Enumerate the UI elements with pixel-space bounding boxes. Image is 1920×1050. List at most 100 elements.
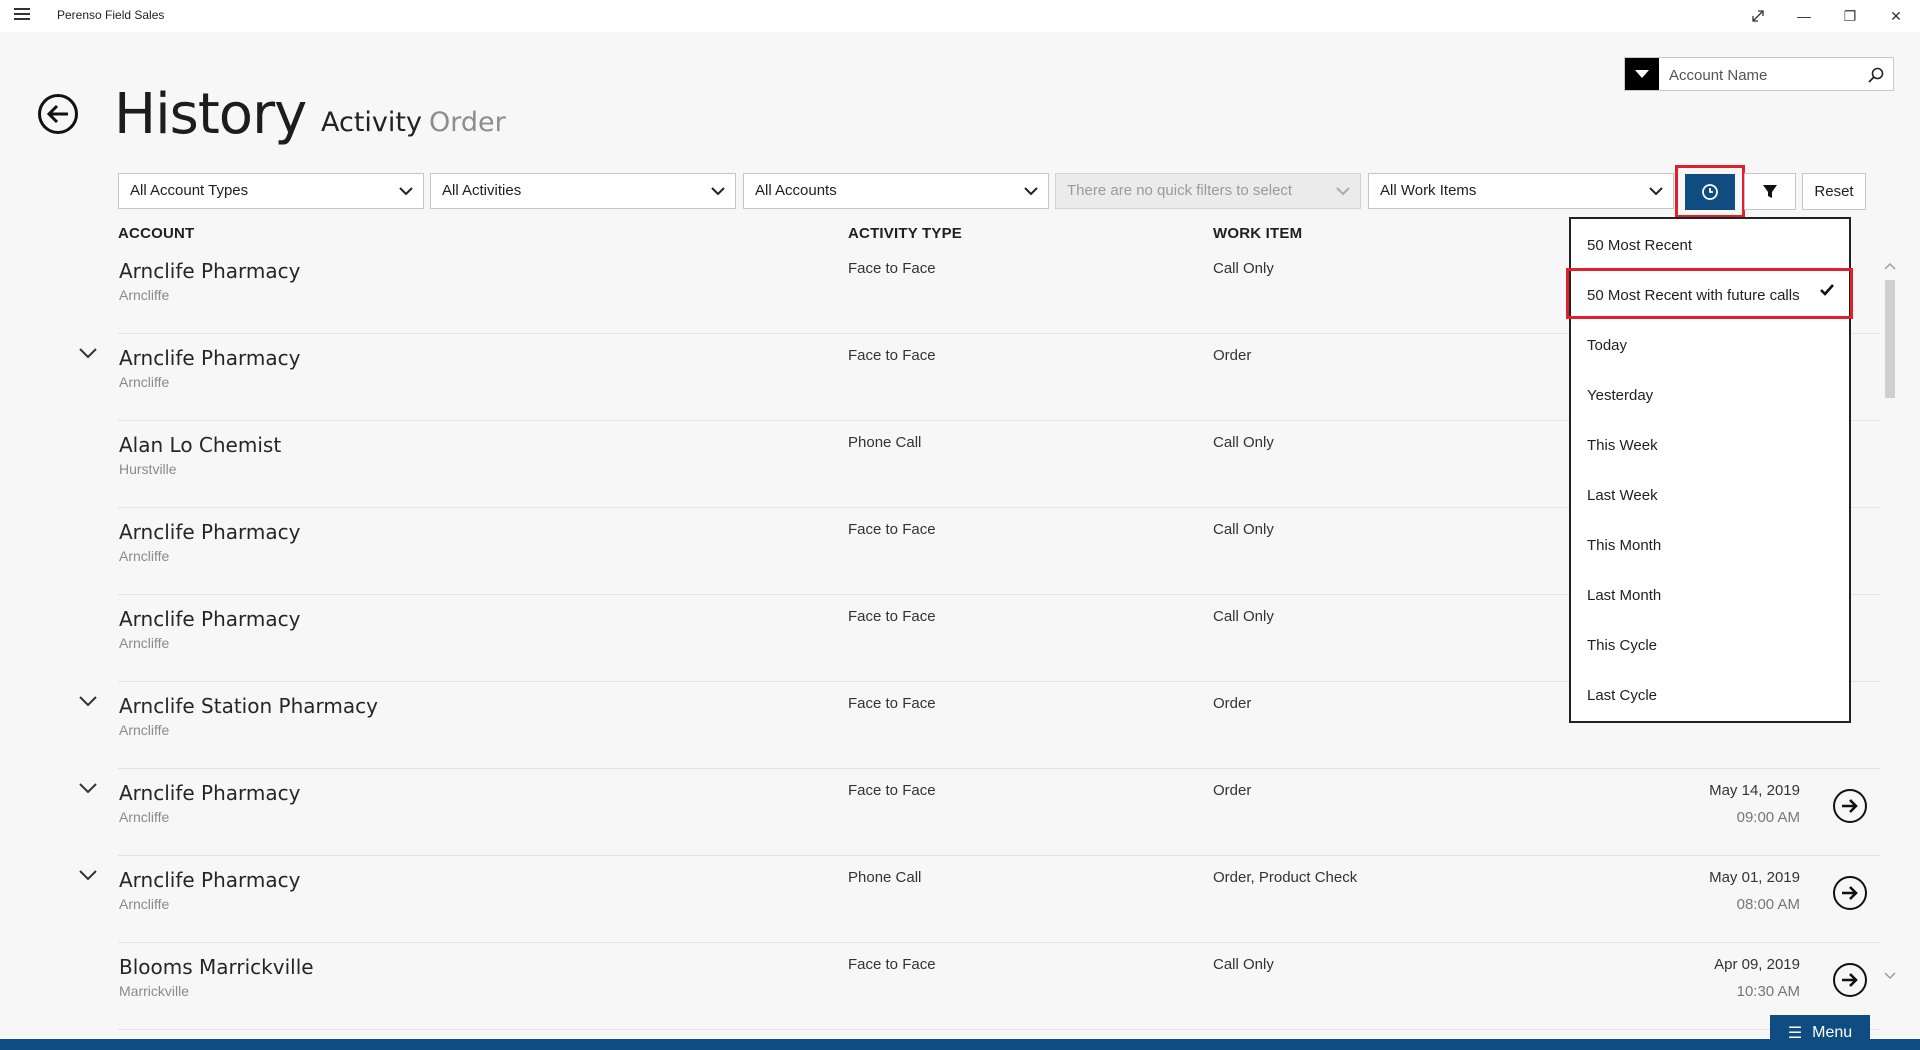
activity-type: Face to Face <box>848 521 936 538</box>
activity-date: Apr 09, 2019 <box>1714 956 1800 973</box>
menu-item-50-most-recent-future[interactable]: 50 Most Recent with future calls <box>1587 287 1800 304</box>
menu-item-today[interactable]: Today <box>1587 337 1627 354</box>
hamburger-icon: ☰ <box>1787 1024 1803 1042</box>
activity-type: Face to Face <box>848 260 936 277</box>
work-item: Order, Product Check <box>1213 869 1358 886</box>
arrow-right-icon <box>1842 973 1858 987</box>
open-activity-button[interactable] <box>1833 963 1867 997</box>
column-header-work-item: WORK ITEM <box>1213 225 1303 242</box>
activity-date: May 01, 2019 <box>1709 869 1800 886</box>
accounts-dropdown[interactable]: All Accounts <box>743 173 1049 209</box>
funnel-icon <box>1763 184 1777 198</box>
menu-button-label: Menu <box>1812 1023 1853 1041</box>
account-suburb: Hurstville <box>119 461 177 477</box>
account-name: Arnclife Pharmacy <box>119 346 301 370</box>
work-item: Call Only <box>1213 434 1274 451</box>
caret-down-icon <box>1635 70 1649 78</box>
time-period-button[interactable] <box>1685 174 1735 210</box>
clock-icon <box>1702 184 1718 200</box>
scrollbar-thumb[interactable] <box>1885 280 1895 398</box>
account-name: Arnclife Pharmacy <box>119 259 301 283</box>
menu-item-this-week[interactable]: This Week <box>1587 437 1658 454</box>
app-title: Perenso Field Sales <box>57 8 165 22</box>
chevron-down-icon <box>399 187 413 196</box>
activity-type: Face to Face <box>848 347 936 364</box>
chevron-down-icon[interactable] <box>78 868 98 881</box>
reset-button[interactable]: Reset <box>1802 173 1866 210</box>
activity-type: Face to Face <box>848 608 936 625</box>
account-name: Arnclife Pharmacy <box>119 607 301 631</box>
chevron-down-icon <box>1649 187 1663 196</box>
account-types-dropdown[interactable]: All Account Types <box>118 173 424 209</box>
menu-item-50-most-recent[interactable]: 50 Most Recent <box>1587 237 1692 254</box>
list-item[interactable]: Arnclife Pharmacy Arncliffe Face to Face Or… <box>0 769 1920 856</box>
work-item: Call Only <box>1213 608 1274 625</box>
maximize-button[interactable]: ❐ <box>1827 4 1873 28</box>
hamburger-menu-icon[interactable] <box>14 8 30 22</box>
tab-activity[interactable]: Activity <box>321 107 422 138</box>
accounts-value: All Accounts <box>755 182 837 199</box>
arrow-right-icon <box>1842 799 1858 813</box>
quick-filters-value: There are no quick filters to select <box>1067 182 1293 199</box>
account-suburb: Arncliffe <box>119 548 170 564</box>
activity-type: Phone Call <box>848 434 922 451</box>
menu-item-last-week[interactable]: Last Week <box>1587 487 1658 504</box>
chevron-down-icon[interactable] <box>78 346 98 359</box>
bottom-app-bar <box>0 1039 1920 1050</box>
activity-date: May 14, 2019 <box>1709 782 1800 799</box>
search-dropdown-button[interactable] <box>1625 58 1659 90</box>
menu-item-last-cycle[interactable]: Last Cycle <box>1587 687 1657 704</box>
chevron-down-icon <box>1336 187 1350 196</box>
activity-time: 09:00 AM <box>1736 809 1800 826</box>
open-activity-button[interactable] <box>1833 789 1867 823</box>
account-name: Arnclife Station Pharmacy <box>119 694 378 718</box>
activity-time: 08:00 AM <box>1736 896 1800 913</box>
scrollbar[interactable] <box>1884 256 1896 986</box>
list-item[interactable]: Blooms Marrickville Marrickville Face to F… <box>0 943 1920 1030</box>
column-header-activity-type: ACTIVITY TYPE <box>848 225 963 242</box>
page-title: History <box>114 82 307 147</box>
work-item: Call Only <box>1213 260 1274 277</box>
account-suburb: Arncliffe <box>119 896 170 912</box>
search-icon[interactable] <box>1867 66 1885 84</box>
account-name: Arnclife Pharmacy <box>119 868 301 892</box>
activity-type: Face to Face <box>848 695 936 712</box>
open-activity-button[interactable] <box>1833 876 1867 910</box>
search-input[interactable] <box>1667 58 1861 92</box>
chevron-down-icon <box>711 187 725 196</box>
column-header-account: ACCOUNT <box>118 225 195 242</box>
activity-time: 10:30 AM <box>1736 983 1800 1000</box>
filter-button[interactable] <box>1744 173 1796 210</box>
account-suburb: Arncliffe <box>119 635 170 651</box>
expand-icon[interactable] <box>1735 4 1781 28</box>
scroll-up-icon[interactable] <box>1884 262 1896 270</box>
list-item[interactable]: Arnclife Pharmacy Arncliffe Phone Call Orde… <box>0 856 1920 943</box>
menu-item-last-month[interactable]: Last Month <box>1587 587 1661 604</box>
work-item: Call Only <box>1213 956 1274 973</box>
time-period-menu: 50 Most Recent 50 Most Recent with futur… <box>1569 217 1851 723</box>
quick-filters-dropdown: There are no quick filters to select <box>1055 173 1361 209</box>
work-item: Call Only <box>1213 521 1274 538</box>
work-items-dropdown[interactable]: All Work Items <box>1368 173 1674 209</box>
chevron-down-icon[interactable] <box>78 694 98 707</box>
work-item: Order <box>1213 782 1252 799</box>
menu-item-this-month[interactable]: This Month <box>1587 537 1661 554</box>
account-suburb: Marrickville <box>119 983 189 999</box>
menu-item-this-cycle[interactable]: This Cycle <box>1587 637 1657 654</box>
minimize-button[interactable]: — <box>1781 4 1827 28</box>
chevron-down-icon[interactable] <box>78 781 98 794</box>
tab-order[interactable]: Order <box>429 107 506 138</box>
menu-item-yesterday[interactable]: Yesterday <box>1587 387 1653 404</box>
account-name: Blooms Marrickville <box>119 955 314 979</box>
activity-type: Face to Face <box>848 956 936 973</box>
checkmark-icon <box>1820 284 1834 296</box>
activity-type: Face to Face <box>848 782 936 799</box>
scroll-down-icon[interactable] <box>1884 972 1896 980</box>
close-button[interactable]: ✕ <box>1873 4 1919 28</box>
work-item: Order <box>1213 695 1252 712</box>
account-name: Alan Lo Chemist <box>119 433 282 457</box>
chevron-down-icon <box>1024 187 1038 196</box>
menu-button[interactable]: ☰ Menu <box>1770 1015 1870 1050</box>
activities-dropdown[interactable]: All Activities <box>430 173 736 209</box>
back-button[interactable] <box>38 94 78 134</box>
